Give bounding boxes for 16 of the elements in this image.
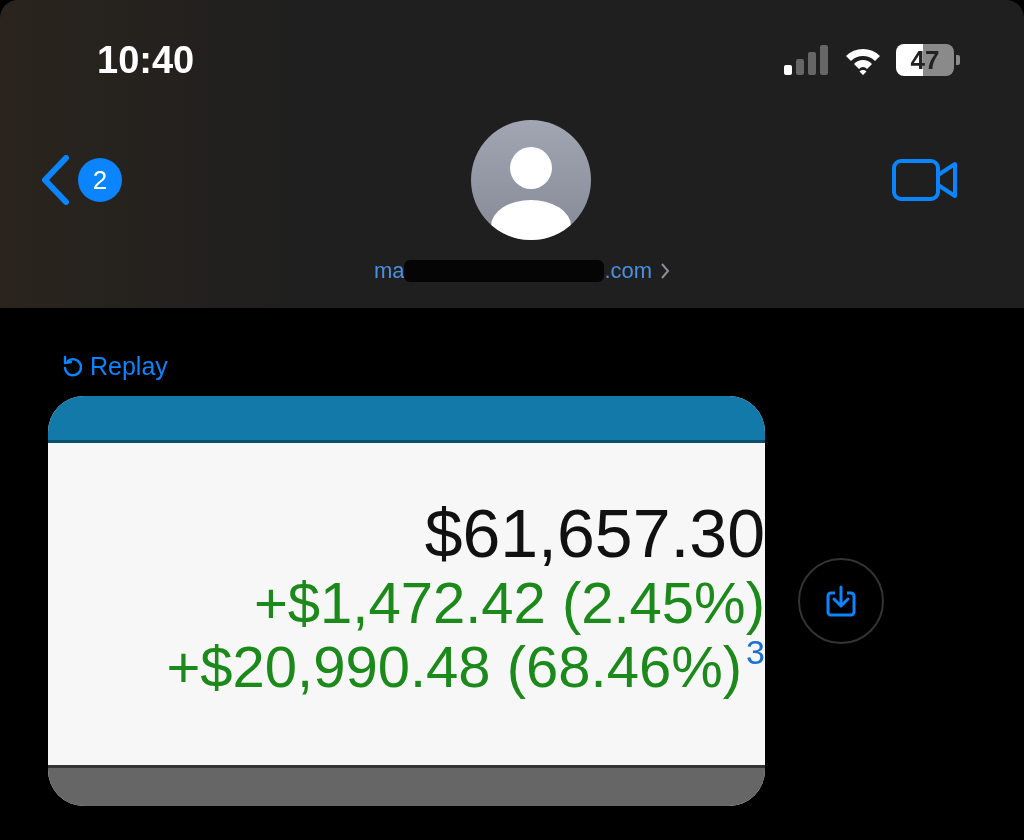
footnote-mark: 3	[746, 635, 765, 669]
video-camera-icon[interactable]	[892, 159, 958, 201]
unread-badge[interactable]: 2	[78, 158, 122, 202]
back-chevron-icon[interactable]	[40, 155, 70, 205]
contact-email-start[interactable]: ma	[373, 258, 405, 284]
download-icon	[826, 585, 856, 617]
replay-icon	[62, 355, 82, 377]
chevron-icon[interactable]	[660, 262, 671, 280]
status-time: 10:40	[97, 38, 195, 82]
replay-link[interactable]: Replay	[62, 348, 1024, 384]
gain-value: +$20,990.48 (68.46%)	[166, 635, 743, 699]
avatar-icon[interactable]	[471, 120, 591, 240]
portfolio-total: $61,657.30	[424, 495, 765, 571]
gain-value: +$1,472.42 (2.45%)	[253, 571, 765, 635]
contact-email-end[interactable]: .com	[604, 258, 653, 284]
signal-icon	[784, 45, 830, 75]
